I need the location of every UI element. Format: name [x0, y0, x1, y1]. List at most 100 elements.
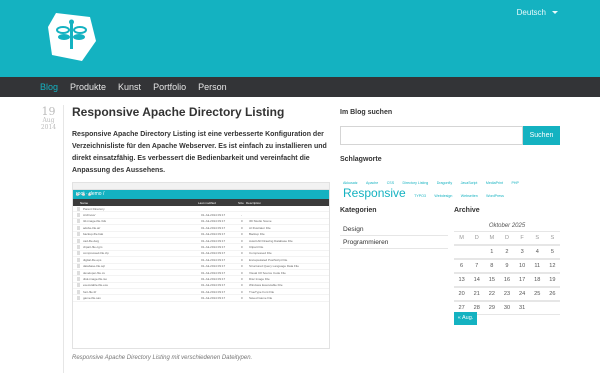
screenshot-cell: Encapsulated PostScript File — [249, 257, 288, 262]
language-label: Deutsch — [516, 8, 546, 17]
col-size: Size — [238, 200, 244, 205]
file-icon — [77, 213, 80, 218]
main-content: 19 Aug 2014 Responsive Apache Directory … — [0, 97, 600, 375]
screenshot-cell: clipart-file.cgm — [83, 245, 103, 250]
file-icon — [77, 251, 80, 256]
calendar-day — [529, 302, 545, 315]
screenshot-cell: Windows Executable File — [249, 283, 283, 288]
chevron-down-icon — [552, 11, 558, 15]
calendar-day: 8 — [484, 260, 500, 273]
calendar-week: 13 14 15 16 17 18 19 — [454, 273, 560, 287]
file-icon — [77, 296, 80, 301]
calendar-day — [469, 246, 485, 259]
tag-link[interactable]: WordPress — [486, 194, 504, 198]
nav-item-portfolio[interactable]: Portfolio — [153, 82, 186, 92]
categories-list: Design Programmieren — [340, 223, 448, 249]
tag-link[interactable]: Directory Listing — [403, 181, 429, 185]
calendar-day: 9 — [499, 260, 515, 273]
screenshot-cell: 01-Jul-2014 09:17 — [201, 251, 226, 256]
site-header: Deutsch — [0, 0, 600, 77]
calendar-day — [454, 246, 470, 259]
search-button[interactable]: Suchen — [523, 126, 560, 145]
calendar-week: 12345 — [454, 245, 560, 259]
screenshot-cell: 0 — [241, 289, 243, 294]
language-dropdown[interactable]: Deutsch — [517, 8, 558, 17]
calendar-day — [544, 302, 560, 315]
calendar-prev-link[interactable]: « Aug. — [454, 312, 477, 325]
nav-item-produkte[interactable]: Produkte — [70, 82, 106, 92]
calendar-day: 14 — [469, 274, 485, 287]
tag-link[interactable]: PHP — [511, 181, 518, 185]
col-name: Name — [80, 200, 89, 205]
nav-item-person[interactable]: Person — [198, 82, 227, 92]
screenshot-cell: backup-file.bak — [83, 232, 104, 237]
calendar-day: 21 — [469, 288, 485, 301]
category-item[interactable]: Programmieren — [340, 236, 448, 249]
screenshot-cell: 0 — [241, 238, 243, 243]
col-description: Description — [246, 200, 262, 205]
dragonfly-logo-icon[interactable] — [46, 11, 98, 63]
calendar-day: 11 — [529, 260, 545, 273]
post-date-year: 2014 — [40, 124, 57, 131]
post-title[interactable]: Responsive Apache Directory Listing — [72, 105, 284, 119]
category-item[interactable]: Design — [340, 223, 448, 236]
nav-item-blog[interactable]: Blog — [40, 82, 58, 92]
file-icon — [77, 232, 80, 237]
screenshot-cell: 0 — [241, 225, 243, 230]
nav-item-kunst[interactable]: Kunst — [118, 82, 141, 92]
screenshot-cell: Compressed File — [249, 251, 272, 256]
calendar-day: 25 — [529, 288, 545, 301]
search-heading: Im Blog suchen — [340, 109, 393, 116]
screenshot-cell: 0 — [241, 296, 243, 301]
screenshot-cell: AI Illustrator File — [249, 225, 271, 230]
tag-link[interactable]: Akkusatz — [343, 181, 358, 185]
tag-link[interactable]: Apache — [366, 181, 378, 185]
screenshot-cell: 0 — [241, 270, 243, 275]
calendar-day: 31 — [514, 302, 530, 315]
file-icon — [77, 206, 80, 211]
calendar-day: 13 — [454, 274, 470, 287]
screenshot-cell: Parent Directory — [83, 206, 105, 211]
calendar-day: 10 — [514, 260, 530, 273]
screenshot-cell: 01-Jul-2014 09:17 — [201, 264, 226, 269]
screenshot-cell: 0 — [241, 219, 243, 224]
tag-link[interactable]: JavaScript — [461, 181, 478, 185]
screenshot-cell: TrueType Font File — [249, 289, 275, 294]
file-icon — [77, 283, 80, 288]
screenshot-table-header: Name Last modified Size Description — [73, 199, 329, 206]
screenshot-cell: disk-image-file.iso — [83, 276, 108, 281]
tag-link[interactable]: Dragonfly — [437, 181, 452, 185]
screenshot-cell: AutoCAD Drawing Database File — [249, 238, 293, 243]
post-screenshot[interactable]: root · demo / Name Last modified Size De… — [72, 182, 330, 349]
screenshot-cell: executable-file.exe — [83, 283, 109, 288]
calendar-weekday: S — [544, 232, 560, 245]
file-icon — [77, 264, 80, 269]
tag-link[interactable]: MediaPrint — [486, 181, 503, 185]
tag-link[interactable]: CSS — [387, 181, 394, 185]
screenshot-cell: compressed-file.zip — [83, 251, 109, 256]
calendar-week: 20 21 22 23 24 25 26 — [454, 287, 560, 301]
screenshot-cell: cad-file.dwg — [83, 238, 100, 243]
screenshot-cell: font-file.ttf — [83, 289, 97, 294]
tag-link[interactable]: Webseiten — [461, 194, 478, 198]
search-input[interactable] — [340, 126, 523, 145]
screenshot-cell: 0 — [241, 232, 243, 237]
tag-link[interactable]: Webdesign — [434, 194, 452, 198]
screenshot-caption: Responsive Apache Directory Listing mit … — [72, 355, 253, 361]
calendar-day: 26 — [544, 288, 560, 301]
archive-calendar: Oktober 2025 M D M D F S S 1 2 3 4 5 6 7 8 9 10 11 12 13 14 1… — [454, 222, 560, 315]
tag-link[interactable]: Responsive — [343, 186, 406, 200]
screenshot-cell: adobe-file.ai/ — [83, 225, 101, 230]
file-icon — [77, 270, 80, 275]
screenshot-cell: 01-Jul-2014 09:17 — [201, 213, 226, 218]
tag-link[interactable]: TYPO3 — [414, 194, 426, 198]
calendar-caption: Oktober 2025 — [488, 223, 526, 229]
screenshot-cell: 01-Jul-2014 09:17 — [201, 270, 226, 275]
screenshot-cell: 01-Jul-2014 09:17 — [201, 225, 226, 230]
screenshot-cell: 0 — [241, 251, 243, 256]
calendar-day: 24 — [514, 288, 530, 301]
calendar-day: 23 — [499, 288, 515, 301]
file-icon — [77, 257, 80, 262]
screenshot-cell: 0 — [241, 245, 243, 250]
calendar-day: 7 — [469, 260, 485, 273]
